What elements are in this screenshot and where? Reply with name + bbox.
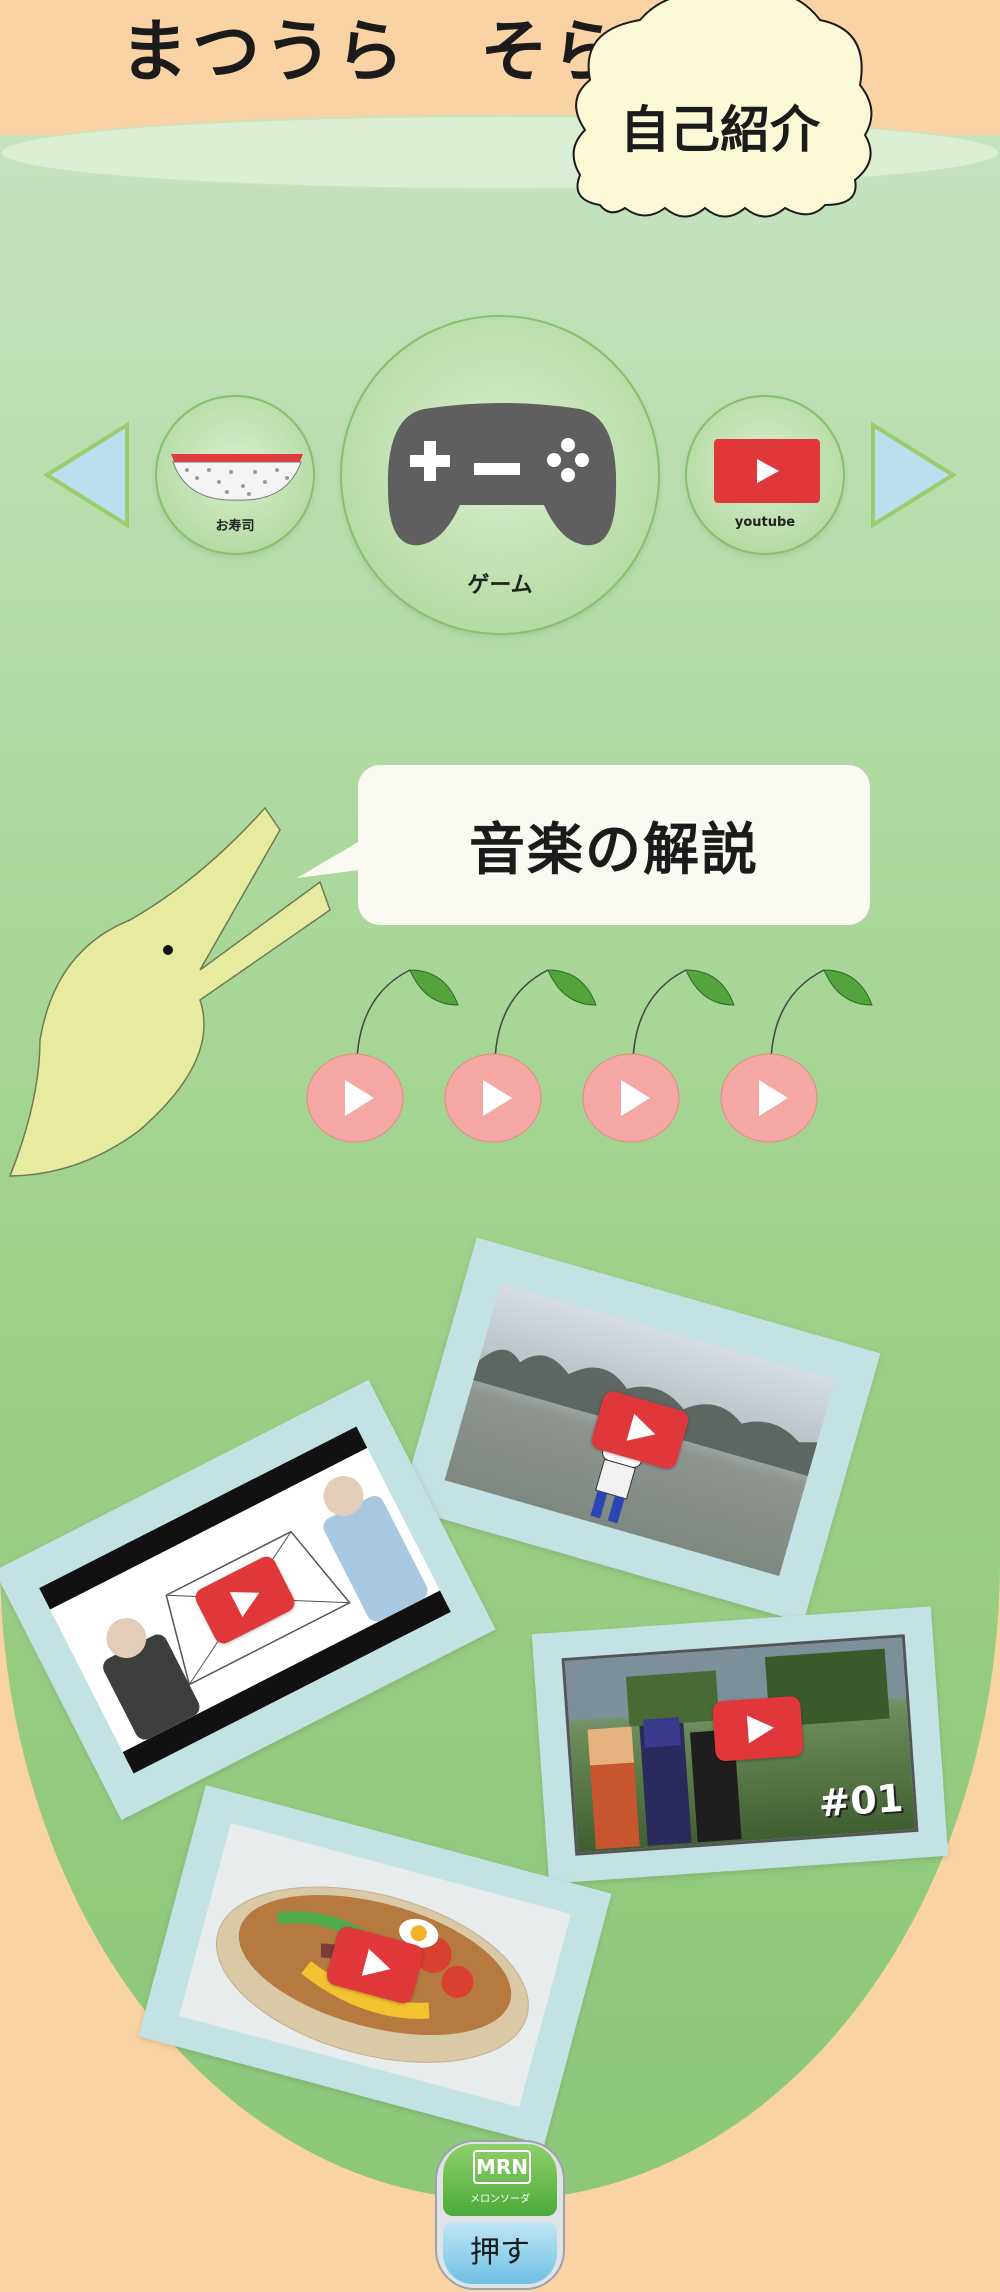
brand-subtitle: メロンソーダ (470, 2194, 530, 2205)
dolphin-illustration (8, 806, 331, 1177)
carousel-label-youtube: youtube (734, 515, 796, 530)
cherry-play-1[interactable] (300, 960, 460, 1145)
carousel-label-game: ゲーム (467, 573, 533, 598)
video-card-minecraft[interactable]: #01 (531, 1606, 949, 1884)
push-label[interactable]: 押す (443, 2222, 557, 2284)
youtube-icon (714, 439, 820, 503)
carousel-item-sushi[interactable]: お寿司 (155, 395, 315, 555)
melon-soda-push-button[interactable]: MRN メロンソーダ 押す (435, 2140, 565, 2290)
carousel-label-sushi: お寿司 (215, 519, 255, 534)
cherry-play-3[interactable] (576, 960, 736, 1145)
intro-label[interactable]: 自己紹介 (560, 90, 880, 162)
triangle-left-icon[interactable] (42, 420, 132, 530)
youtube-play-icon (711, 1695, 804, 1762)
episode-number: #01 (817, 1775, 905, 1826)
brand-logo: MRN (473, 2150, 531, 2184)
triangle-right-icon[interactable] (868, 420, 958, 530)
sushi-icon (171, 454, 303, 501)
cherry-play-2[interactable] (438, 960, 598, 1145)
gamepad-icon (387, 403, 617, 546)
cherry-play-4[interactable] (714, 960, 874, 1145)
brand-panel: MRN メロンソーダ (443, 2144, 557, 2216)
page-title: まつうら そら (120, 13, 625, 92)
carousel-item-youtube[interactable]: youtube (685, 395, 845, 555)
music-title: 音楽の解説 (469, 818, 759, 883)
carousel-item-game[interactable]: ゲーム (340, 315, 660, 635)
